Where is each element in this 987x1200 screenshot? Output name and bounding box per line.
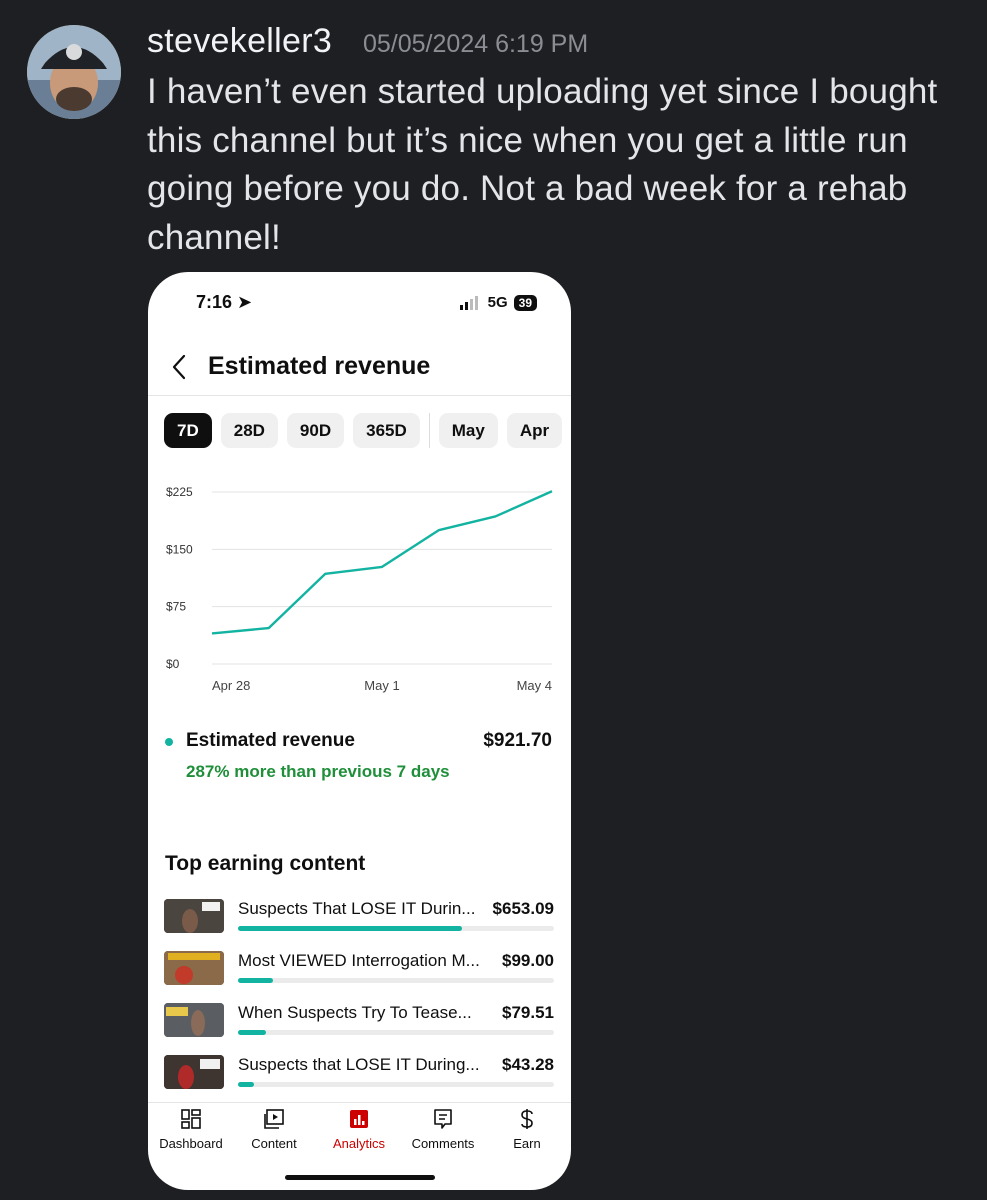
video-thumbnail [164,951,224,985]
list-item[interactable]: Suspects that LOSE IT During... $43.28 [164,1055,554,1099]
page-title: Estimated revenue [208,352,431,380]
revenue-bar-track [238,926,554,931]
status-time: 7:16 ➤ [196,292,252,313]
avatar[interactable] [27,25,121,119]
revenue-bar-fill [238,1030,267,1035]
x-tick-label: Apr 28 [212,678,250,693]
header-divider [148,395,571,396]
thumbnail-image [164,899,224,933]
signal-icon [459,295,478,310]
nav-content[interactable]: Content [232,1108,316,1151]
video-title: When Suspects Try To Tease... [238,1003,472,1022]
nav-dashboard[interactable]: Dashboard [149,1108,233,1151]
comments-icon [434,1109,452,1129]
metric-change: 287% more than previous 7 days [186,762,450,781]
video-revenue: $99.00 [502,951,554,970]
chip-separator [428,413,430,448]
list-item[interactable]: Suspects That LOSE IT Durin... $653.09 [164,899,554,943]
revenue-bar-fill [238,926,463,931]
metric-label: Estimated revenue [186,730,355,751]
revenue-bar-track [238,1082,554,1087]
back-arrow-icon[interactable] [168,352,190,382]
metric-value: $921.70 [483,730,552,751]
home-indicator [285,1175,435,1180]
chip-7d[interactable]: 7D [164,413,212,448]
y-tick-label: $0 [166,657,180,671]
chip-28d[interactable]: 28D [220,413,278,448]
video-title: Most VIEWED Interrogation M... [238,951,480,970]
chip-90d[interactable]: 90D [286,413,345,448]
revenue-bar-track [238,978,554,983]
video-title: Suspects that LOSE IT During... [238,1055,480,1074]
dashboard-icon [181,1109,201,1129]
revenue-line-chart: $0 $75 $150 $225 Apr 28 May 1 May 4 [166,485,553,693]
thumbnail-image [164,1003,224,1037]
nav-analytics-label: Analytics [332,1136,386,1151]
earn-icon [521,1109,533,1129]
period-chips: 7D 28D 90D 365D May Apr [164,413,563,448]
message-timestamp: 05/05/2024 6:19 PM [363,30,589,58]
video-thumbnail [164,899,224,933]
nav-earn-label: Earn [513,1136,541,1151]
nav-content-label: Content [251,1136,297,1151]
revenue-bar-fill [238,1082,254,1087]
video-thumbnail [164,1003,224,1037]
video-revenue: $653.09 [492,899,554,918]
phone-screenshot: 7:16 ➤ 5G 39 Estimated revenue 7D 28D 90… [148,272,571,1190]
chip-may[interactable]: May [438,413,498,448]
username[interactable]: stevekeller3 [147,22,332,61]
chip-apr[interactable]: Apr [506,413,563,448]
x-tick-label: May 1 [364,678,399,693]
x-tick-label: May 4 [517,678,552,693]
video-thumbnail [164,1055,224,1089]
revenue-bar-track [238,1030,554,1035]
revenue-bar-fill [238,978,273,983]
location-arrow-icon: ➤ [237,292,253,312]
list-item[interactable]: When Suspects Try To Tease... $79.51 [164,1003,554,1047]
chip-365d[interactable]: 365D [353,413,420,448]
nav-analytics[interactable]: Analytics [317,1108,401,1151]
nav-divider [148,1102,571,1103]
status-time-text: 7:16 [196,292,233,312]
thumbnail-image [164,951,224,985]
analytics-icon [350,1110,368,1128]
y-tick-label: $225 [166,485,193,499]
video-revenue: $79.51 [502,1003,554,1022]
avatar-photo [27,25,121,119]
list-item[interactable]: Most VIEWED Interrogation M... $99.00 [164,951,554,995]
thumbnail-image [164,1055,224,1089]
nav-comments[interactable]: Comments [401,1108,485,1151]
battery-icon: 39 [513,294,537,311]
video-revenue: $43.28 [502,1055,554,1074]
nav-dashboard-label: Dashboard [159,1136,223,1151]
revenue-series-line [211,490,553,635]
top-earning-title: Top earning content [165,852,366,875]
nav-comments-label: Comments [411,1136,475,1151]
bottom-nav: Dashboard Content Analytics Comments Ear… [148,1108,571,1158]
y-tick-label: $150 [166,542,193,556]
content-icon [264,1109,284,1129]
nav-earn[interactable]: Earn [485,1108,569,1151]
status-indicators: 5G 39 [459,294,537,311]
series-dot [165,738,173,746]
message-text: I haven’t even started uploading yet sin… [147,72,938,257]
y-tick-label: $75 [166,600,186,614]
video-title: Suspects That LOSE IT Durin... [238,899,476,918]
network-label: 5G [487,294,508,311]
